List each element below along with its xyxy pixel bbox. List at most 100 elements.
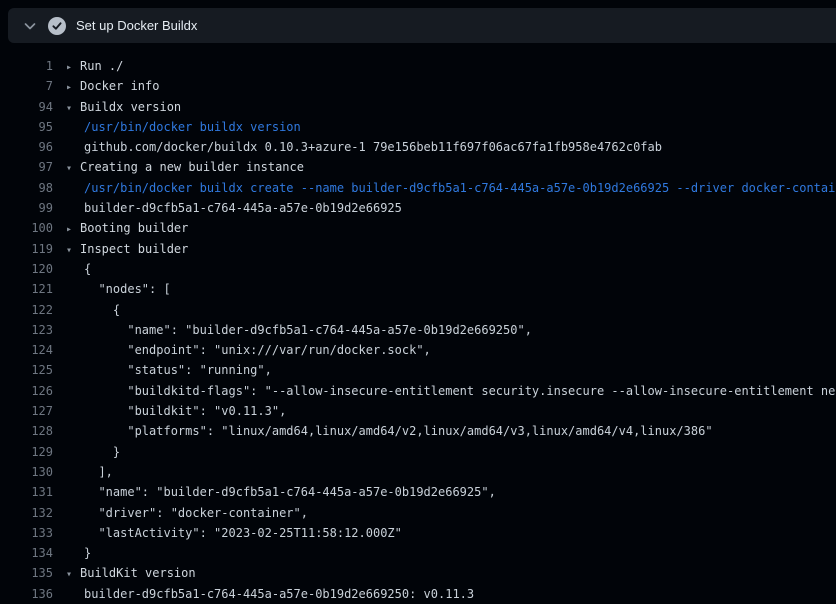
line-number[interactable]: 128 [0, 421, 53, 441]
triangle-down-icon: ▾ [66, 99, 80, 117]
check-circle-icon [48, 17, 66, 35]
line-number[interactable]: 7 [0, 76, 53, 96]
log-command-text: /usr/bin/docker buildx create --name bui… [84, 178, 836, 198]
line-number[interactable]: 98 [0, 178, 53, 198]
line-number[interactable]: 130 [0, 462, 53, 482]
line-number[interactable]: 136 [0, 584, 53, 604]
line-number[interactable]: 135 [0, 563, 53, 583]
log-container: 1▸Run ./7▸Docker info94▾Buildx version95… [0, 43, 836, 604]
log-line: 96 github.com/docker/buildx 0.10.3+azure-… [0, 137, 836, 157]
log-group-toggle[interactable]: ▸Booting builder [66, 218, 188, 238]
log-line: 124 "endpoint": "unix:///var/run/docker.… [0, 340, 836, 360]
group-title: BuildKit version [80, 566, 196, 580]
step-header[interactable]: Set up Docker Buildx [8, 8, 836, 43]
step-title: Set up Docker Buildx [76, 18, 197, 33]
log-line: 131 "name": "builder-d9cfb5a1-c764-445a-… [0, 482, 836, 502]
log-line: 125 "status": "running", [0, 360, 836, 380]
log-group-toggle[interactable]: ▾BuildKit version [66, 563, 196, 583]
line-number[interactable]: 99 [0, 198, 53, 218]
log-output-text: "buildkit": "v0.11.3", [84, 401, 286, 421]
triangle-down-icon: ▾ [66, 159, 80, 177]
group-title: Creating a new builder instance [80, 160, 304, 174]
log-line: 121 "nodes": [ [0, 279, 836, 299]
log-output-text: "nodes": [ [84, 279, 171, 299]
log-line: 136 builder-d9cfb5a1-c764-445a-a57e-0b19d… [0, 584, 836, 604]
log-output-text: "lastActivity": "2023-02-25T11:58:12.000… [84, 523, 402, 543]
log-line: 133 "lastActivity": "2023-02-25T11:58:12… [0, 523, 836, 543]
log-line: 135 ▾BuildKit version [0, 563, 836, 583]
group-title: Buildx version [80, 100, 181, 114]
log-line: 97 ▾Creating a new builder instance [0, 157, 836, 177]
log-output-text: { [84, 300, 120, 320]
log-output-text: "buildkitd-flags": "--allow-insecure-ent… [84, 381, 836, 401]
group-title: Run ./ [80, 59, 123, 73]
log-line: 98/usr/bin/docker buildx create --name b… [0, 178, 836, 198]
line-number[interactable]: 124 [0, 340, 53, 360]
log-line: 123 "name": "builder-d9cfb5a1-c764-445a-… [0, 320, 836, 340]
log-line: 120 { [0, 259, 836, 279]
line-number[interactable]: 125 [0, 360, 53, 380]
log-output-text: "status": "running", [84, 360, 272, 380]
log-line: 94 ▾Buildx version [0, 97, 836, 117]
line-number[interactable]: 95 [0, 117, 53, 137]
log-line: 128 "platforms": "linux/amd64,linux/amd6… [0, 421, 836, 441]
log-line: 130 ], [0, 462, 836, 482]
log-output-text: "name": "builder-d9cfb5a1-c764-445a-a57e… [84, 320, 532, 340]
log-group-toggle[interactable]: ▾Inspect builder [66, 239, 188, 259]
log-output-text: { [84, 259, 91, 279]
triangle-down-icon: ▾ [66, 565, 80, 583]
log-output-text: } [84, 543, 91, 563]
line-number[interactable]: 119 [0, 239, 53, 259]
log-line: 127 "buildkit": "v0.11.3", [0, 401, 836, 421]
line-number[interactable]: 129 [0, 442, 53, 462]
group-title: Docker info [80, 79, 159, 93]
line-number[interactable]: 96 [0, 137, 53, 157]
triangle-right-icon: ▸ [66, 78, 80, 96]
triangle-right-icon: ▸ [66, 58, 80, 76]
line-number[interactable]: 100 [0, 218, 53, 238]
line-number[interactable]: 122 [0, 300, 53, 320]
log-line: 134} [0, 543, 836, 563]
chevron-down-icon [22, 18, 38, 34]
line-number[interactable]: 123 [0, 320, 53, 340]
log-output-text: ], [84, 462, 113, 482]
log-line: 100 ▸Booting builder [0, 218, 836, 238]
line-number[interactable]: 127 [0, 401, 53, 421]
group-title: Inspect builder [80, 242, 188, 256]
line-number[interactable]: 132 [0, 503, 53, 523]
log-group-toggle[interactable]: ▸Run ./ [66, 56, 123, 76]
log-group-toggle[interactable]: ▸Docker info [66, 76, 159, 96]
log-output-text: "endpoint": "unix:///var/run/docker.sock… [84, 340, 431, 360]
line-number[interactable]: 133 [0, 523, 53, 543]
log-line: 7 ▸Docker info [0, 76, 836, 96]
line-number[interactable]: 94 [0, 97, 53, 117]
log-line: 119 ▾Inspect builder [0, 239, 836, 259]
log-output-text: "name": "builder-d9cfb5a1-c764-445a-a57e… [84, 482, 496, 502]
log-group-toggle[interactable]: ▾Creating a new builder instance [66, 157, 304, 177]
log-line: 126 "buildkitd-flags": "--allow-insecure… [0, 381, 836, 401]
line-number[interactable]: 131 [0, 482, 53, 502]
log-command-text: /usr/bin/docker buildx version [84, 117, 301, 137]
group-title: Booting builder [80, 221, 188, 235]
log-group-toggle[interactable]: ▾Buildx version [66, 97, 181, 117]
log-output-text: github.com/docker/buildx 0.10.3+azure-1 … [84, 137, 662, 157]
log-output-text: "driver": "docker-container", [84, 503, 308, 523]
line-number[interactable]: 97 [0, 157, 53, 177]
triangle-right-icon: ▸ [66, 220, 80, 238]
triangle-down-icon: ▾ [66, 241, 80, 259]
log-output-text: builder-d9cfb5a1-c764-445a-a57e-0b19d2e6… [84, 584, 474, 604]
log-line: 95/usr/bin/docker buildx version [0, 117, 836, 137]
log-line: 132 "driver": "docker-container", [0, 503, 836, 523]
log-line: 129 } [0, 442, 836, 462]
log-output-text: } [84, 442, 120, 462]
log-output-text: "platforms": "linux/amd64,linux/amd64/v2… [84, 421, 713, 441]
line-number[interactable]: 120 [0, 259, 53, 279]
line-number[interactable]: 1 [0, 56, 53, 76]
log-line: 1 ▸Run ./ [0, 56, 836, 76]
log-line: 99 builder-d9cfb5a1-c764-445a-a57e-0b19d2… [0, 198, 836, 218]
line-number[interactable]: 126 [0, 381, 53, 401]
line-number[interactable]: 121 [0, 279, 53, 299]
log-line: 122 { [0, 300, 836, 320]
log-output-text: builder-d9cfb5a1-c764-445a-a57e-0b19d2e6… [84, 198, 402, 218]
line-number[interactable]: 134 [0, 543, 53, 563]
